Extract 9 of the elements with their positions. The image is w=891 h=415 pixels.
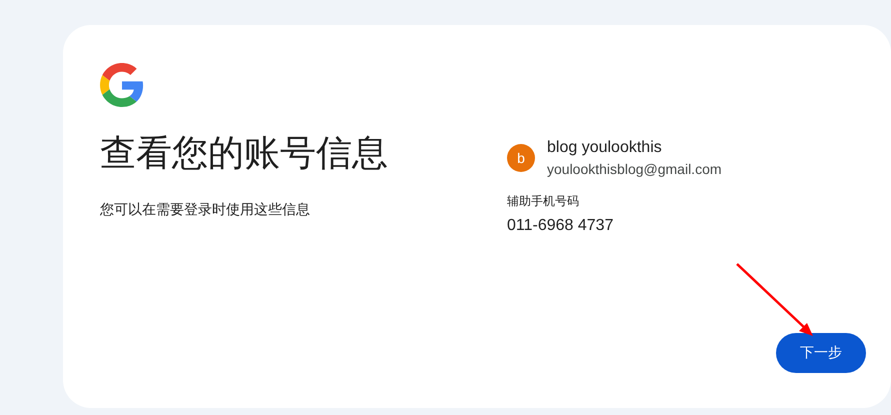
- account-email: youlookthisblog@gmail.com: [547, 160, 722, 179]
- account-name: blog youlookthis: [547, 138, 663, 158]
- google-logo-icon: [100, 63, 144, 107]
- account-avatar: b: [507, 144, 535, 172]
- page-subtitle: 您可以在需要登录时使用这些信息: [100, 200, 311, 219]
- phone-label: 辅助手机号码: [507, 193, 580, 209]
- phone-number: 011-6968 4737: [507, 216, 614, 236]
- next-button[interactable]: 下一步: [776, 333, 866, 373]
- page-heading: 查看您的账号信息: [100, 131, 389, 175]
